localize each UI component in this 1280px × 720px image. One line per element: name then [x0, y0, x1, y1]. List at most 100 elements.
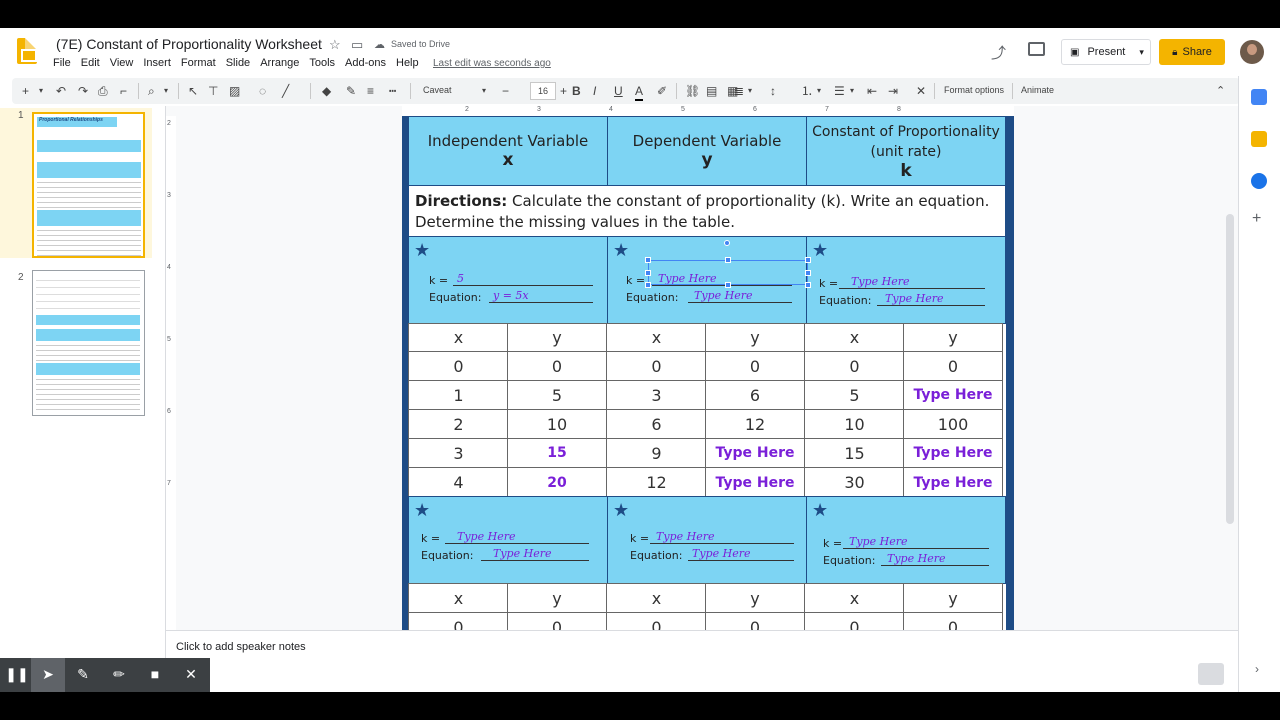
format-options-button[interactable]: Format options: [944, 85, 1004, 95]
document-title[interactable]: (7E) Constant of Proportionality Workshe…: [56, 36, 322, 52]
image-icon[interactable]: ▨: [229, 83, 240, 99]
k-input[interactable]: Type Here: [650, 530, 794, 544]
menu-tools[interactable]: Tools: [309, 57, 340, 73]
k-input[interactable]: Type Here: [843, 535, 989, 549]
chevron-down-icon[interactable]: ▾: [817, 83, 821, 99]
menu-help[interactable]: Help: [396, 57, 424, 73]
highlight-icon[interactable]: ✐: [657, 83, 667, 99]
pause-icon[interactable]: ❚❚: [0, 666, 34, 683]
table-input-cell[interactable]: Type Here: [705, 438, 805, 468]
comment-icon[interactable]: [1028, 42, 1045, 56]
menu-insert[interactable]: Insert: [143, 57, 176, 73]
clear-formatting-icon[interactable]: ✕: [916, 83, 926, 99]
paint-format-icon[interactable]: ⌐: [120, 83, 127, 99]
resize-handle[interactable]: [645, 257, 651, 263]
pen-icon[interactable]: ✎: [66, 666, 100, 683]
close-icon[interactable]: ✕: [174, 666, 208, 683]
slide-thumbnail-1[interactable]: Proportional Relationships: [32, 112, 145, 258]
k-input[interactable]: Type Here: [839, 275, 985, 289]
decrease-indent-icon[interactable]: ⇤: [867, 83, 877, 99]
line-spacing-icon[interactable]: ↕: [770, 83, 776, 99]
resize-handle[interactable]: [645, 282, 651, 288]
k-input[interactable]: 5: [453, 272, 593, 286]
print-icon[interactable]: ⎙: [98, 83, 108, 99]
shape-icon[interactable]: ◌: [259, 83, 266, 99]
slide-thumbnail-2[interactable]: [32, 270, 145, 416]
text-box-icon[interactable]: ⊤: [208, 83, 218, 99]
resize-handle[interactable]: [725, 282, 731, 288]
move-folder-icon[interactable]: ▭: [351, 37, 363, 53]
select-icon[interactable]: ↖: [188, 83, 198, 99]
chevron-down-icon[interactable]: ▾: [39, 83, 43, 99]
bold-icon[interactable]: B: [572, 83, 581, 99]
slide[interactable]: Independent Variable x Dependent Variabl…: [402, 116, 1014, 654]
menu-edit[interactable]: Edit: [81, 57, 105, 73]
undo-icon[interactable]: ↶: [56, 83, 66, 99]
fill-color-icon[interactable]: ◆: [322, 83, 331, 99]
chevron-down-icon[interactable]: ▾: [850, 83, 854, 99]
table-input-cell[interactable]: Type Here: [903, 380, 1003, 410]
last-edit-link[interactable]: Last edit was seconds ago: [433, 58, 551, 69]
rotate-handle[interactable]: [724, 240, 730, 246]
text-color-icon[interactable]: A: [635, 83, 644, 101]
border-color-icon[interactable]: ✎: [346, 83, 356, 99]
collapse-toolbar-icon[interactable]: ⌃: [1216, 83, 1225, 99]
align-icon[interactable]: ≣: [734, 83, 744, 99]
equation-input[interactable]: Type Here: [877, 292, 985, 306]
menu-file[interactable]: File: [53, 57, 76, 73]
calendar-icon[interactable]: [1251, 89, 1267, 105]
present-button[interactable]: ▣ Present ▾: [1061, 39, 1151, 65]
font-size-input[interactable]: 16: [530, 82, 556, 100]
increase-indent-icon[interactable]: ⇥: [888, 83, 898, 99]
menu-format[interactable]: Format: [181, 57, 221, 73]
tasks-icon[interactable]: [1251, 173, 1267, 189]
activity-trend-icon[interactable]: ⤴: [991, 42, 1006, 63]
new-slide-icon[interactable]: +: [22, 83, 29, 99]
table-input-cell[interactable]: Type Here: [705, 467, 805, 498]
menu-slide[interactable]: Slide: [226, 57, 255, 73]
bulleted-list-icon[interactable]: ☰: [834, 83, 845, 99]
menu-addons[interactable]: Add-ons: [345, 57, 391, 73]
equation-input[interactable]: Type Here: [481, 547, 589, 561]
equation-input[interactable]: Type Here: [688, 289, 792, 303]
share-button[interactable]: 🔒︎ Share: [1159, 39, 1225, 65]
resize-handle[interactable]: [805, 257, 811, 263]
resize-handle[interactable]: [725, 257, 731, 263]
insert-comment-icon[interactable]: ▤: [706, 83, 717, 99]
explore-icon[interactable]: [1198, 663, 1224, 685]
zoom-icon[interactable]: ⌕: [148, 83, 155, 99]
link-icon[interactable]: ⛓: [685, 83, 700, 99]
increase-font-icon[interactable]: +: [560, 83, 567, 99]
italic-icon[interactable]: I: [593, 83, 596, 99]
menu-arrange[interactable]: Arrange: [260, 57, 304, 73]
resize-handle[interactable]: [805, 282, 811, 288]
menu-view[interactable]: View: [110, 57, 139, 73]
star-icon[interactable]: ☆: [329, 37, 341, 53]
chevron-down-icon[interactable]: ▾: [748, 83, 752, 99]
highlighter-icon[interactable]: ✏: [102, 666, 136, 683]
equation-input[interactable]: y = 5x: [489, 289, 593, 303]
animate-button[interactable]: Animate: [1021, 85, 1054, 95]
equation-input[interactable]: Type Here: [881, 552, 989, 566]
slides-logo-icon[interactable]: [17, 38, 37, 64]
border-dash-icon[interactable]: ┅: [389, 83, 396, 99]
keep-icon[interactable]: [1251, 131, 1267, 147]
table-input-cell[interactable]: Type Here: [903, 438, 1003, 468]
resize-handle[interactable]: [805, 270, 811, 276]
table-input-cell[interactable]: Type Here: [903, 467, 1003, 498]
underline-icon[interactable]: U: [614, 83, 623, 99]
speaker-notes[interactable]: Click to add speaker notes: [166, 630, 1238, 670]
redo-icon[interactable]: ↷: [78, 83, 88, 99]
chevron-down-icon[interactable]: ▾: [164, 83, 168, 99]
expand-panel-icon[interactable]: ›: [1255, 662, 1259, 676]
chevron-down-icon[interactable]: ▾: [1139, 47, 1144, 58]
font-select[interactable]: Caveat: [423, 85, 452, 95]
camera-icon[interactable]: ■: [138, 666, 172, 682]
pointer-icon[interactable]: ➤: [31, 658, 65, 692]
numbered-list-icon[interactable]: ⒈: [801, 83, 813, 99]
border-weight-icon[interactable]: ≡: [367, 83, 374, 99]
equation-input[interactable]: Type Here: [688, 547, 794, 561]
k-input[interactable]: Type Here: [445, 530, 589, 544]
chevron-down-icon[interactable]: ▾: [482, 83, 486, 99]
decrease-font-icon[interactable]: −: [502, 83, 509, 99]
